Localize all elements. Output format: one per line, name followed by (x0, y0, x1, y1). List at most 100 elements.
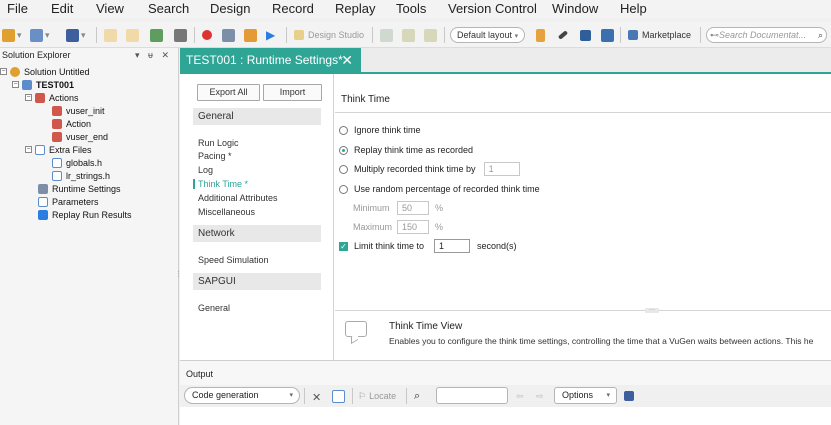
output-window-icon[interactable] (332, 388, 345, 404)
parameters-icon (38, 196, 48, 207)
menu-file[interactable]: File (7, 0, 28, 17)
output-source-select[interactable]: Code generation ▾ (184, 387, 300, 404)
output-search-input[interactable] (436, 387, 508, 404)
undo-icon[interactable] (104, 27, 117, 43)
tree-vuser-init[interactable]: vuser_init (52, 104, 105, 117)
grid-icon[interactable] (580, 27, 591, 43)
tree-parameters[interactable]: Parameters (38, 195, 99, 208)
collapse-icon[interactable]: − (0, 68, 7, 75)
window-icon[interactable] (601, 27, 614, 43)
nav-item-think-time[interactable]: Think Time * (193, 179, 248, 189)
record-icon[interactable] (202, 27, 212, 43)
collapse-icon[interactable]: − (25, 146, 32, 153)
menu-help[interactable]: Help (620, 0, 647, 17)
splitter-grip[interactable]: ⋮ (175, 270, 182, 278)
nav-group-sapgui[interactable]: SAPGUI (193, 273, 321, 290)
replay-think-time-option[interactable]: Replay think time as recorded (339, 144, 473, 156)
minimum-input[interactable]: 50 (397, 201, 429, 215)
panel-controls[interactable]: ▾ ᵾ ✕ (135, 48, 172, 62)
multiply-factor-input[interactable]: 1 (483, 162, 520, 176)
outdent-icon[interactable] (424, 27, 437, 43)
save-icon[interactable]: ▾ (66, 27, 86, 43)
tree-action[interactable]: Action (52, 117, 91, 130)
tree-lr-strings-h[interactable]: lr_strings.h (52, 169, 110, 182)
radio-button-selected[interactable] (339, 145, 348, 155)
menu-design[interactable]: Design (210, 0, 250, 17)
snapshot-icon[interactable] (174, 27, 187, 43)
tree-replay-run-results[interactable]: Replay Run Results (38, 208, 132, 221)
redo-icon[interactable] (126, 27, 139, 43)
marketplace-button[interactable]: Marketplace (628, 27, 691, 43)
nav-item-run-logic[interactable]: Run Logic (198, 138, 239, 148)
import-button[interactable]: Import (263, 84, 322, 101)
tree-solution[interactable]: − Solution Untitled (0, 65, 90, 78)
run-step-icon[interactable] (244, 27, 257, 43)
radio-button[interactable] (339, 184, 348, 194)
pen-icon[interactable] (557, 27, 569, 43)
close-icon[interactable]: ✕ (341, 48, 353, 72)
nav-item-sapgui-general[interactable]: General (198, 303, 230, 313)
replay-icon[interactable]: ▶ (266, 27, 275, 43)
nav-item-miscellaneous[interactable]: Miscellaneous (198, 207, 255, 217)
collapse-icon[interactable]: − (25, 94, 32, 101)
settings-icon (38, 183, 48, 194)
menu-edit[interactable]: Edit (51, 0, 73, 17)
multiply-think-time-option[interactable]: Multiply recorded think time by 1 (339, 162, 520, 176)
compile-icon[interactable] (150, 27, 163, 43)
search-icon[interactable]: ⌕ (818, 28, 823, 42)
new-solution-icon[interactable]: ▾ (2, 27, 22, 43)
nav-item-pacing[interactable]: Pacing * (198, 151, 232, 161)
action-icon (52, 118, 62, 129)
design-studio-button[interactable]: Design Studio (294, 27, 364, 43)
comment-icon[interactable] (380, 27, 393, 43)
tree-globals-h[interactable]: globals.h (52, 156, 102, 169)
locate-button[interactable]: ⚐ Locate (358, 388, 396, 404)
menu-record[interactable]: Record (272, 0, 314, 17)
option-label: Ignore think time (354, 125, 421, 135)
limit-input[interactable]: 1 (434, 239, 471, 253)
menu-search[interactable]: Search (148, 0, 189, 17)
nav-group-network[interactable]: Network (193, 225, 321, 242)
layout-select[interactable]: Default layout ▾ (450, 27, 526, 43)
nav-item-speed-simulation[interactable]: Speed Simulation (198, 255, 269, 265)
ignore-think-time-option[interactable]: Ignore think time (339, 124, 421, 136)
tree-extra-files[interactable]: − Extra Files (25, 143, 92, 156)
options-dropdown[interactable]: Options ▾ (554, 387, 617, 404)
tree-vuser-end[interactable]: vuser_end (52, 130, 108, 143)
limit-think-time-option[interactable]: ✓ Limit think time to 1 second(s) (339, 239, 517, 253)
tree-test001[interactable]: − TEST001 (12, 78, 74, 91)
resize-grip[interactable]: ··· (645, 307, 659, 313)
checkbox-checked[interactable]: ✓ (339, 241, 348, 251)
documentation-search[interactable]: ⊷ Search Documentat... ⌕ (706, 27, 827, 43)
save-output-icon[interactable] (624, 388, 634, 404)
export-all-button[interactable]: Export All (197, 84, 260, 101)
tab-runtime-settings[interactable]: TEST001 : Runtime Settings* ✕ (180, 48, 361, 72)
maximum-input[interactable]: 150 (397, 220, 429, 234)
radio-button[interactable] (339, 125, 348, 135)
nav-item-additional-attributes[interactable]: Additional Attributes (198, 193, 278, 203)
tree-runtime-settings[interactable]: Runtime Settings (38, 182, 121, 195)
new-script-icon[interactable]: ▾ (30, 27, 50, 43)
menu-tools[interactable]: Tools (396, 0, 426, 17)
next-icon[interactable]: ⇨ (536, 388, 544, 404)
indent-icon[interactable] (402, 27, 415, 43)
collapse-icon[interactable]: − (12, 81, 19, 88)
random-think-time-option[interactable]: Use random percentage of recorded think … (339, 183, 540, 195)
tree-actions[interactable]: − Actions (25, 91, 79, 104)
settings-nav: Export All Import General Run Logic Paci… (180, 74, 334, 360)
search-icon[interactable]: ⌕ (414, 388, 420, 404)
locate-label: Locate (369, 391, 397, 401)
runtime-settings-editor: Export All Import General Run Logic Paci… (180, 72, 831, 360)
runtime-settings-icon[interactable] (222, 27, 235, 43)
nav-item-log[interactable]: Log (198, 165, 213, 175)
menu-view[interactable]: View (96, 0, 124, 17)
bookmark-icon[interactable] (536, 27, 545, 43)
previous-icon[interactable]: ⇦ (516, 388, 524, 404)
menu-window[interactable]: Window (552, 0, 598, 17)
clear-icon[interactable]: ✕ (312, 389, 321, 405)
menu-version-control[interactable]: Version Control (448, 0, 537, 17)
menu-replay[interactable]: Replay (335, 0, 375, 17)
nav-group-general[interactable]: General (193, 108, 321, 125)
radio-button[interactable] (339, 164, 348, 174)
tree-label: TEST001 (36, 79, 75, 90)
